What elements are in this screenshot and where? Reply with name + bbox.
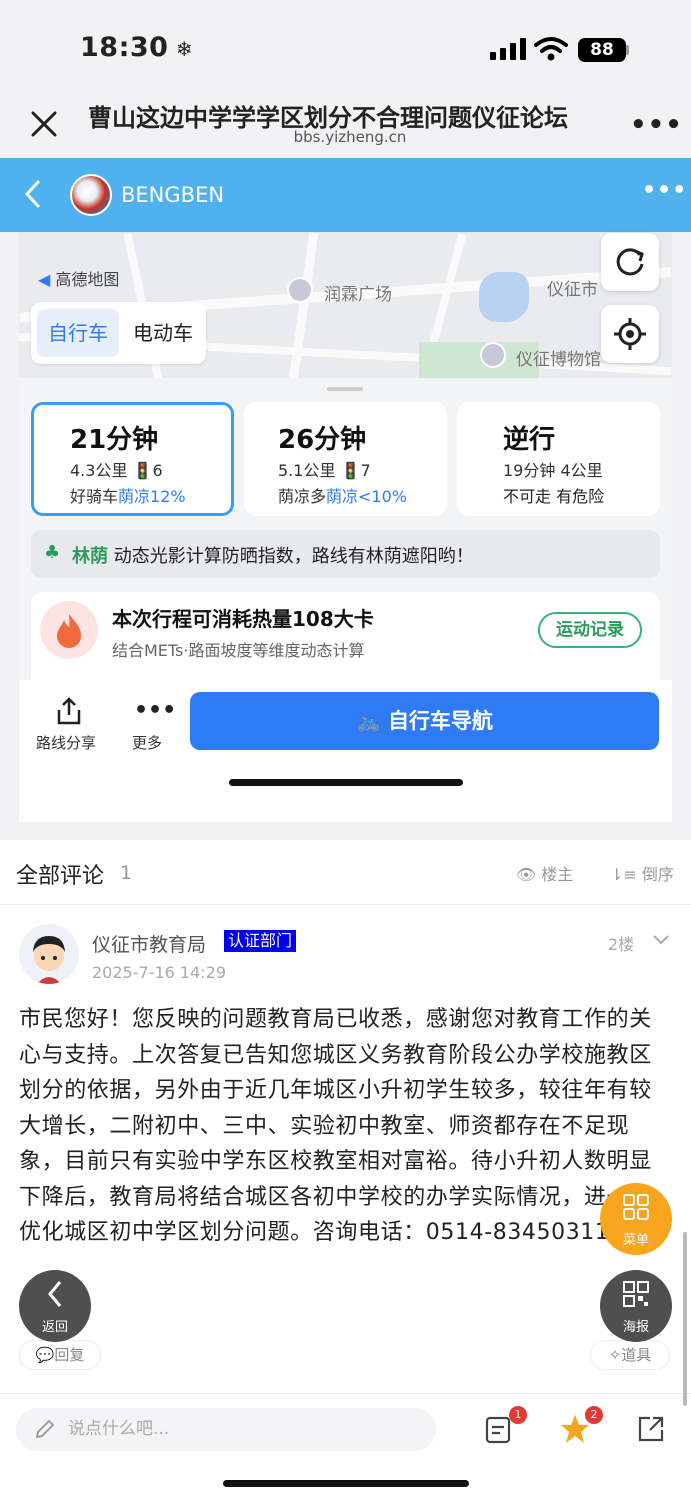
museum-pin-icon (480, 342, 506, 368)
bike-navigation-button[interactable]: 🚲 自行车导航 (190, 692, 659, 750)
grid-icon (623, 1194, 649, 1220)
calorie-subtitle: 结合METs·路面坡度等维度动态计算 (112, 641, 365, 660)
battery-tip (626, 45, 629, 55)
back-label: 返回 (41, 1320, 68, 1335)
route-time: 26分钟 (278, 425, 367, 455)
route-option-3[interactable]: 逆行 19分钟 4公里 不可走 有危险 (457, 402, 660, 516)
route-note: 不可走 有危险 (503, 487, 605, 506)
qr-icon (623, 1281, 649, 1307)
page-title: 曹山这边中学学学区划分不合理问题仪征论坛 (88, 104, 568, 132)
poster-name[interactable]: BENGBEN (121, 183, 224, 207)
more-label[interactable]: 更多 (132, 732, 162, 753)
route-time: 21分钟 (70, 425, 159, 455)
back-arrow-icon (48, 1281, 62, 1307)
floating-back-button[interactable]: 返回 (19, 1270, 91, 1342)
refresh-icon (616, 248, 644, 276)
comments-count-badge: 1 (509, 1406, 527, 1424)
floor-number: 2楼 (608, 935, 635, 954)
plaza-pin-icon (287, 277, 313, 303)
sort-toggle[interactable]: ⇂≡ 倒序 (610, 861, 674, 885)
route-option-1[interactable]: 21分钟 4.3公里 🚦6 好骑车荫凉12% (31, 402, 234, 516)
map-label-museum: 仪征博物馆 (516, 350, 601, 370)
poster-label: 海报 (622, 1320, 649, 1335)
chat-icon: 💬 (35, 1346, 55, 1364)
battery-icon: 88 (578, 38, 626, 62)
share-icon[interactable] (54, 696, 84, 726)
fire-icon (40, 601, 98, 659)
route-distance: 5.1公里 🚦7 (278, 461, 371, 480)
more-icon[interactable]: ••• (134, 698, 176, 723)
map-label-plaza: 润霖广场 (324, 285, 392, 305)
comment-date: 2025-7-16 14:29 (92, 963, 226, 982)
route-option-2[interactable]: 26分钟 5.1公里 🚦7 荫凉多荫凉<10% (244, 402, 447, 516)
calorie-title: 本次行程可消耗热量108大卡 (112, 607, 374, 631)
only-op-toggle[interactable]: 👁 楼主 (516, 861, 573, 885)
status-time: 18:30 ❄ (80, 32, 194, 63)
comment-body: 市民您好！您反映的问题教育局已收悉，感谢您对教育工作的关心与支持。上次答复已告知… (19, 1007, 652, 1245)
wifi-icon (534, 37, 568, 61)
close-icon[interactable] (28, 108, 60, 140)
map-logo: ◀ 高德地图 (38, 270, 120, 289)
exercise-record-button[interactable]: 运动记录 (538, 612, 642, 648)
home-indicator (223, 1480, 469, 1487)
refresh-button[interactable] (601, 233, 659, 291)
route-share-label[interactable]: 路线分享 (36, 732, 96, 753)
more-options-icon[interactable]: ••• (630, 110, 683, 140)
commenter-name[interactable]: 仪征市教育局 (92, 930, 206, 957)
back-icon[interactable] (22, 178, 44, 210)
poster-avatar[interactable] (70, 174, 112, 216)
panel-handle[interactable] (327, 387, 363, 391)
tab-ebike[interactable]: 电动车 (122, 309, 204, 357)
embedded-home-indicator (229, 779, 463, 786)
route-distance: 4.3公里 🚦6 (70, 461, 163, 480)
shade-tip-text: 林荫 动态光影计算防晒指数，路线有林荫遮阳哟！ (72, 546, 474, 567)
page-domain: bbs.yizheng.cn (293, 128, 407, 146)
comments-count: 1 (120, 862, 133, 884)
sort-icon: ⇂≡ (610, 865, 637, 884)
scrollbar[interactable] (683, 1232, 687, 1406)
locate-button[interactable] (601, 305, 659, 363)
header-more-icon[interactable]: ••• (642, 178, 687, 203)
verified-badge: 认证部门 (224, 930, 297, 952)
comments-icon[interactable] (485, 1416, 511, 1444)
props-button[interactable]: ✧道具 (590, 1340, 670, 1370)
route-time: 逆行 (503, 425, 556, 455)
reply-button[interactable]: 💬回复 (19, 1340, 101, 1370)
chevron-down-icon[interactable] (652, 934, 670, 946)
tree-icon: ♣ (44, 542, 61, 563)
tab-bicycle[interactable]: 自行车 (37, 309, 119, 357)
share-out-icon[interactable] (636, 1414, 666, 1444)
favorite-count-badge: 2 (585, 1406, 603, 1424)
comments-title: 全部评论 (16, 864, 105, 889)
commenter-avatar[interactable] (19, 924, 79, 984)
pencil-icon (35, 1419, 55, 1439)
floating-menu-button[interactable]: 菜单 (600, 1183, 672, 1255)
comment-input[interactable]: 说点什么吧... (16, 1408, 436, 1451)
divider (0, 1393, 691, 1394)
floating-poster-button[interactable]: 海报 (600, 1270, 672, 1342)
divider (0, 904, 691, 905)
menu-label: 菜单 (622, 1233, 649, 1248)
route-distance: 19分钟 4公里 (503, 461, 603, 480)
route-note: 好骑车荫凉12% (70, 487, 186, 506)
map-label-city: 仪征市 (547, 280, 598, 300)
route-note: 荫凉多荫凉<10% (278, 487, 407, 506)
eye-icon: 👁 (516, 865, 537, 884)
wand-icon: ✧ (608, 1346, 622, 1364)
signal-icon (490, 38, 526, 60)
locate-icon (614, 318, 646, 350)
